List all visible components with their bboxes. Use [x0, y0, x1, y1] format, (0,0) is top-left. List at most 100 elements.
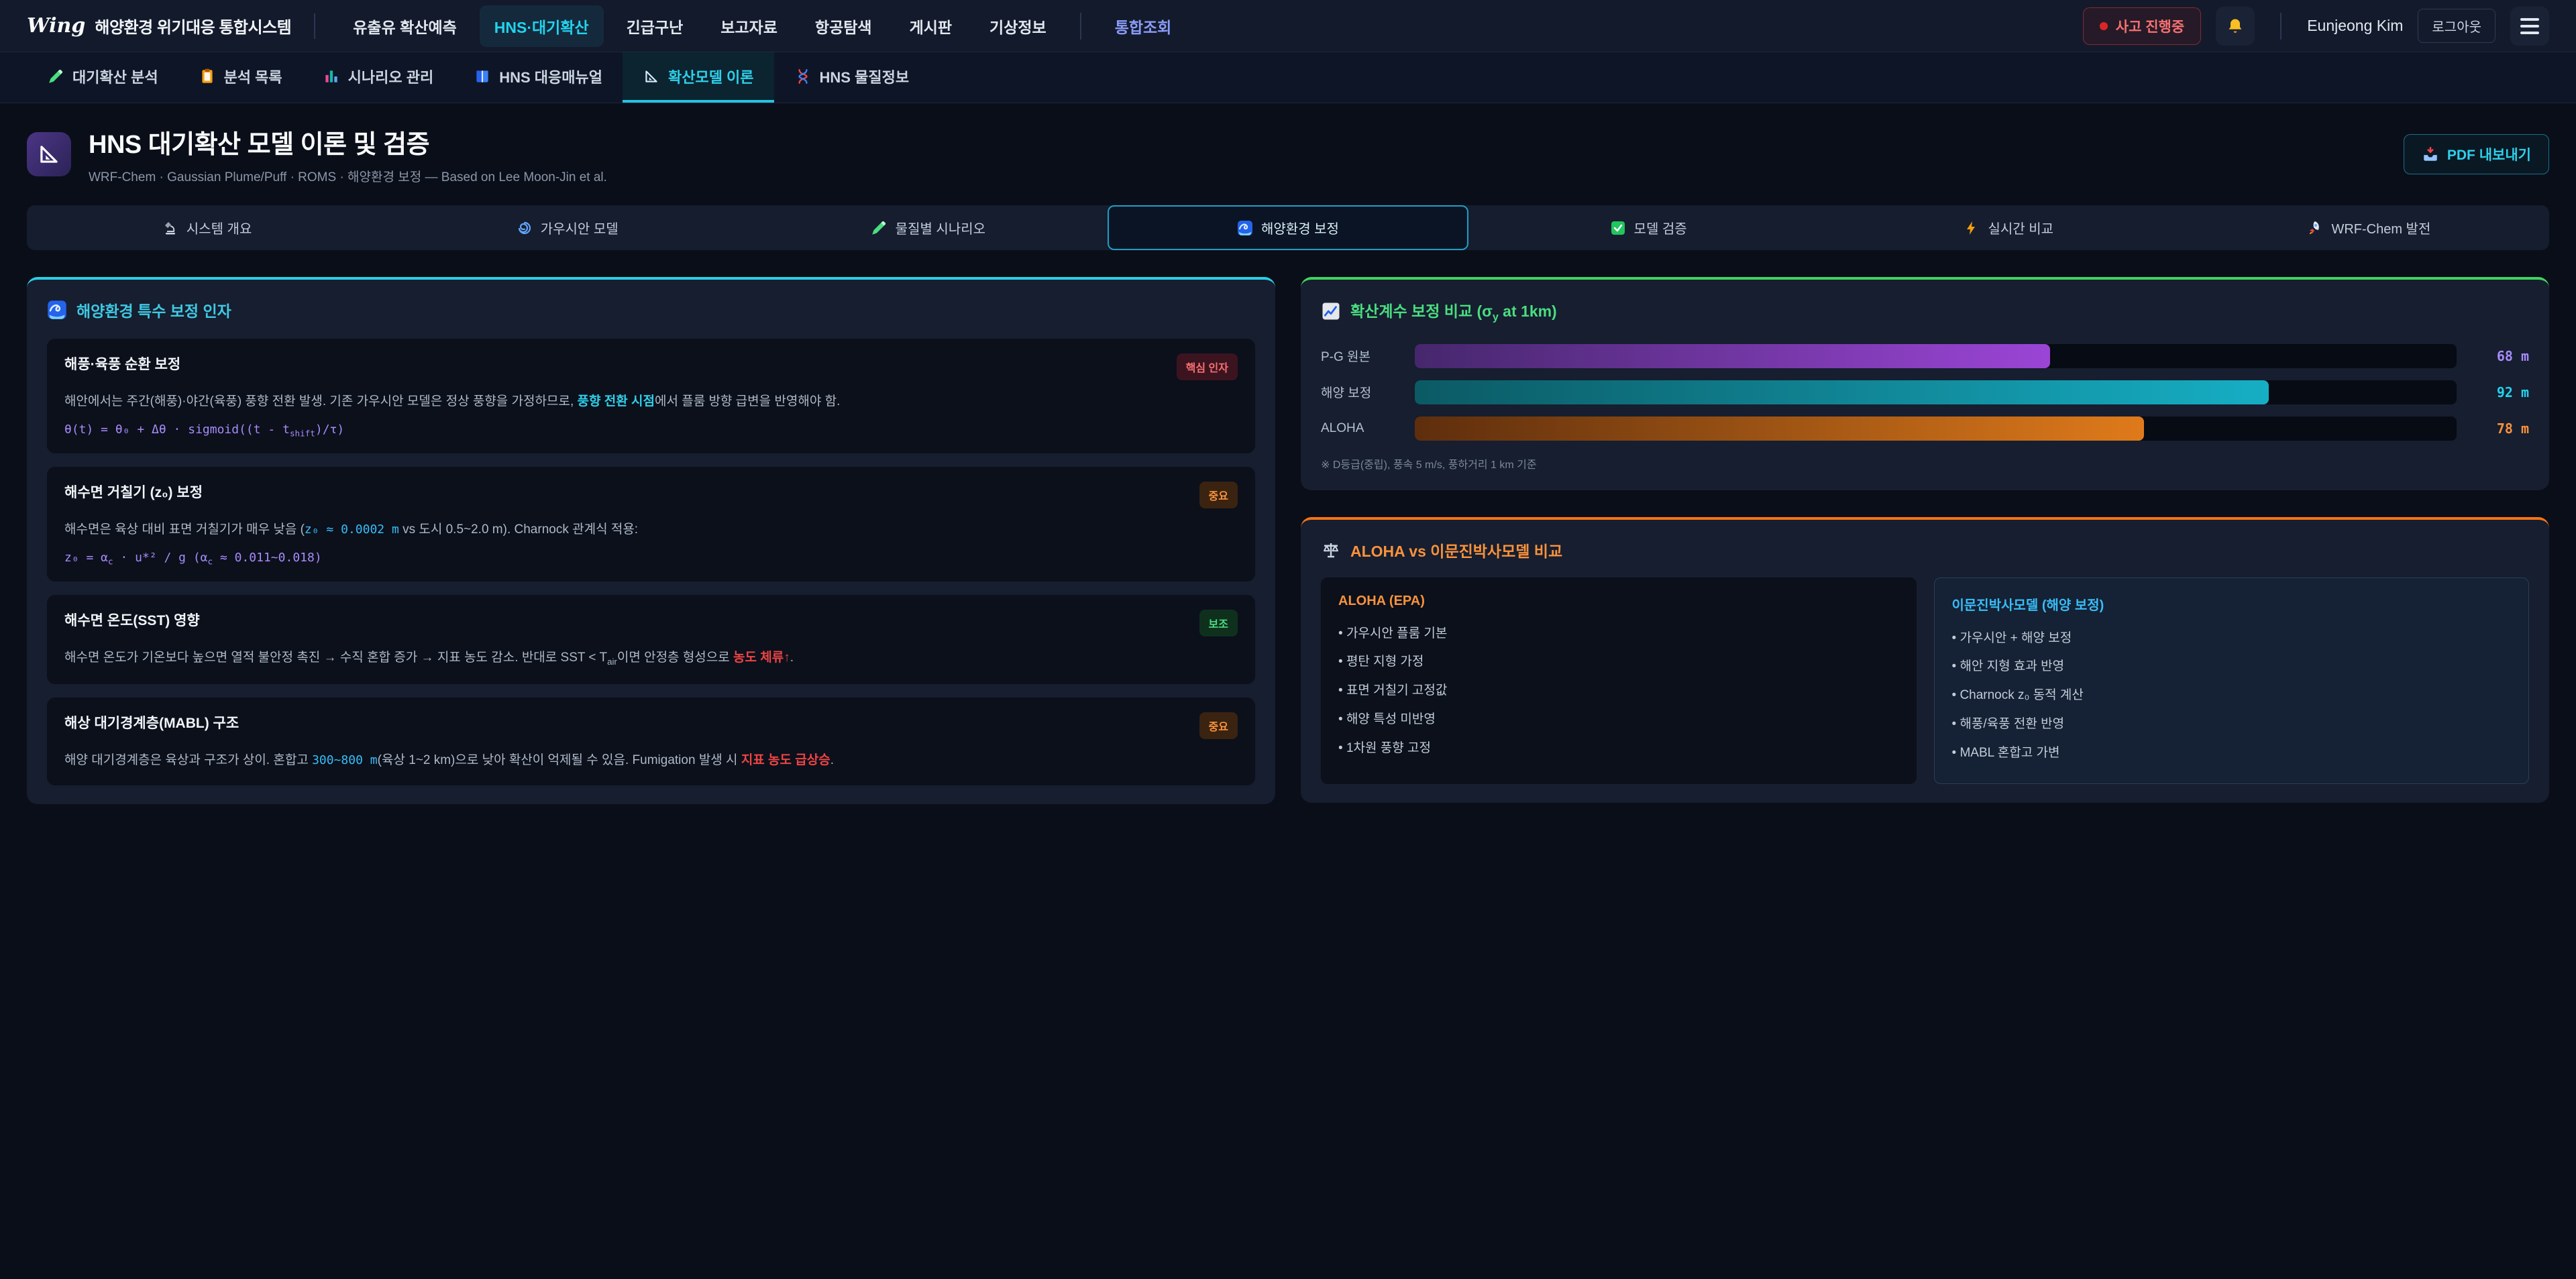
main-menu-item[interactable]: 보고자료 — [706, 5, 792, 47]
module-tab[interactable]: HNS 대응매뉴얼 — [453, 52, 623, 103]
top-navigation: Wing 해양환경 위기대응 통합시스템 유출유 확산예측HNS·대기확산긴급구… — [0, 0, 2576, 52]
bar-fill — [1415, 344, 2050, 368]
pdf-export-label: PDF 내보내기 — [2447, 144, 2531, 164]
card-description: 해수면은 육상 대비 표면 거칠기가 매우 낮음 (z₀ ≈ 0.0002 m … — [64, 519, 1238, 540]
card-title: 해수면 거칠기 (z₀) 보정 — [64, 482, 203, 502]
notifications-button[interactable] — [2216, 7, 2255, 46]
bar-fill — [1415, 380, 2269, 404]
balance-scale-icon — [1321, 540, 1341, 560]
module-tab-label: HNS 대응매뉴얼 — [499, 66, 602, 87]
bell-icon — [2226, 17, 2245, 36]
triangle-ruler-icon — [27, 132, 71, 176]
panel-title-text: 확산계수 보정 비교 (σy at 1km) — [1350, 298, 1557, 324]
section-tab[interactable]: 물질별 시나리오 — [747, 205, 1108, 250]
correction-factor-card: 해수면 거칠기 (z₀) 보정 중요 해수면은 육상 대비 표면 거칠기가 매우… — [47, 467, 1255, 581]
main-menu-item[interactable]: 유출유 확산예측 — [338, 5, 472, 47]
module-tab-label: HNS 물질정보 — [820, 66, 910, 87]
feature-item: 표면 거칠기 고정값 — [1338, 677, 1899, 706]
book-icon — [474, 68, 491, 85]
main-menu-item[interactable]: 항공탐색 — [800, 5, 887, 47]
priority-badge: 보조 — [1199, 610, 1238, 636]
card-title: 해수면 온도(SST) 영향 — [64, 610, 200, 630]
topnav-right: 사고 진행중 Eunjeong Kim 로그아웃 — [2083, 7, 2549, 46]
bar-label: ALOHA — [1321, 421, 1400, 436]
dna-icon — [794, 68, 812, 85]
main-menu-item[interactable]: 통합조회 — [1100, 5, 1187, 47]
correction-card-list: 해풍·육풍 순환 보정 핵심 인자 해안에서는 주간(해풍)·야간(육풍) 풍향… — [47, 339, 1255, 785]
app-logo[interactable]: Wing 해양환경 위기대응 통합시스템 — [27, 14, 291, 38]
formula: z₀ = αc · u*² / g (αc ≈ 0.011~0.018) — [64, 551, 1238, 567]
section-tab-label: 가우시안 모델 — [541, 218, 619, 237]
aloha-feature-list: 가우시안 플룸 기본평탄 지형 가정표면 거칠기 고정값해양 특성 미반영1차원… — [1338, 620, 1899, 763]
nav-divider — [1080, 13, 1081, 40]
card-title: 해상 대기경계층(MABL) 구조 — [64, 712, 239, 732]
inbox-tray-icon — [2422, 146, 2439, 163]
logo-divider — [314, 13, 315, 39]
section-tab[interactable]: 가우시안 모델 — [387, 205, 747, 250]
card-header: 해상 대기경계층(MABL) 구조 중요 — [64, 712, 1238, 739]
section-tab[interactable]: 실시간 비교 — [1829, 205, 2189, 250]
feature-item: 해풍/육풍 전환 반영 — [1952, 710, 2512, 739]
hamburger-menu-button[interactable] — [2510, 7, 2549, 46]
divider — [2280, 13, 2282, 40]
menu-icon — [2520, 18, 2539, 21]
priority-badge: 중요 — [1199, 712, 1238, 739]
page-subtitle: WRF-Chem · Gaussian Plume/Puff · ROMS · … — [89, 167, 607, 185]
main-content: 해양환경 특수 보정 인자 해풍·육풍 순환 보정 핵심 인자 해안에서는 주간… — [0, 250, 2576, 804]
section-tab[interactable]: 시스템 개요 — [27, 205, 387, 250]
aloha-model-box: ALOHA (EPA) 가우시안 플룸 기본평탄 지형 가정표면 거칠기 고정값… — [1321, 577, 1917, 785]
correction-factor-card: 해상 대기경계층(MABL) 구조 중요 해양 대기경계층은 육상과 구조가 상… — [47, 698, 1255, 785]
card-header: 해수면 거칠기 (z₀) 보정 중요 — [64, 482, 1238, 508]
clipboard-icon — [199, 68, 216, 85]
module-tab[interactable]: 확산모델 이론 — [623, 52, 774, 103]
section-tab[interactable]: 모델 검증 — [1468, 205, 1829, 250]
correction-factor-card: 해풍·육풍 순환 보정 핵심 인자 해안에서는 주간(해풍)·야간(육풍) 풍향… — [47, 339, 1255, 453]
logout-button[interactable]: 로그아웃 — [2418, 9, 2496, 43]
module-tab[interactable]: 시나리오 관리 — [303, 52, 454, 103]
section-tab-label: 모델 검증 — [1634, 218, 1687, 237]
bar-track — [1415, 416, 2457, 441]
wave-icon — [1237, 220, 1253, 236]
bar-label: P-G 원본 — [1321, 347, 1400, 365]
module-tab-label: 대기확산 분석 — [72, 66, 158, 87]
app-title: 해양환경 위기대응 통합시스템 — [95, 14, 291, 38]
main-menu-item[interactable]: HNS·대기확산 — [480, 5, 604, 47]
pdf-export-button[interactable]: PDF 내보내기 — [2404, 134, 2549, 174]
main-menu-item[interactable]: 게시판 — [895, 5, 967, 47]
main-menu-item[interactable]: 긴급구난 — [612, 5, 698, 47]
chart-increasing-icon — [1321, 301, 1341, 321]
section-tab[interactable]: 해양환경 보정 — [1108, 205, 1468, 250]
bar-fill — [1415, 416, 2144, 441]
module-tab[interactable]: HNS 물질정보 — [774, 52, 930, 103]
section-tab[interactable]: WRF-Chem 발전 — [2189, 205, 2549, 250]
section-tab-bar: 시스템 개요 가우시안 모델 물질별 시나리오 해양환경 보정 모델 검증 실시… — [27, 205, 2549, 250]
card-description: 해안에서는 주간(해풍)·야간(육풍) 풍향 전환 발생. 기존 가우시안 모델… — [64, 391, 1238, 412]
formula: θ(t) = θ₀ + Δθ · sigmoid((t - tshift)/τ) — [64, 423, 1238, 439]
bar-label: 해양 보정 — [1321, 383, 1400, 401]
bar-value: 92 m — [2471, 384, 2529, 400]
incident-status-badge: 사고 진행중 — [2083, 7, 2201, 45]
feature-item: MABL 혼합고 가변 — [1952, 739, 2512, 768]
bar-row: 해양 보정 92 m — [1321, 380, 2529, 404]
crayon-icon — [870, 219, 888, 237]
module-tab[interactable]: 대기확산 분석 — [27, 52, 178, 103]
main-menu-item[interactable]: 기상정보 — [975, 5, 1061, 47]
card-description: 해양 대기경계층은 육상과 구조가 상이. 혼합고 300~800 m(육상 1… — [64, 750, 1238, 771]
bar-track — [1415, 380, 2457, 404]
correction-factor-card: 해수면 온도(SST) 영향 보조 해수면 온도가 기온보다 높으면 열적 불안… — [47, 595, 1255, 684]
feature-item: 가우시안 플룸 기본 — [1338, 620, 1899, 649]
section-tab-label: 실시간 비교 — [1988, 218, 2053, 237]
panel-title-text: ALOHA vs 이문진박사모델 비교 — [1350, 539, 1562, 561]
bar-row: ALOHA 78 m — [1321, 416, 2529, 441]
bar-value: 68 m — [2471, 348, 2529, 364]
user-name: Eunjeong Kim — [2307, 17, 2403, 35]
marine-model-box-title: 이문진박사모델 (해양 보정) — [1952, 594, 2512, 614]
dispersion-coefficient-title: 확산계수 보정 비교 (σy at 1km) — [1321, 298, 2529, 324]
section-tab-label: 해양환경 보정 — [1261, 218, 1339, 237]
card-description: 해수면 온도가 기온보다 높으면 열적 불안정 촉진 → 수직 혼합 증가 → … — [64, 647, 1238, 669]
model-comparison-panel: ALOHA vs 이문진박사모델 비교 ALOHA (EPA) 가우시안 플룸 … — [1301, 517, 2549, 803]
module-tab[interactable]: 분석 목록 — [178, 52, 303, 103]
main-menu: 유출유 확산예측HNS·대기확산긴급구난보고자료항공탐색게시판기상정보 통합조회 — [338, 5, 1186, 47]
feature-item: 평탄 지형 가정 — [1338, 648, 1899, 677]
priority-badge: 핵심 인자 — [1177, 353, 1238, 380]
